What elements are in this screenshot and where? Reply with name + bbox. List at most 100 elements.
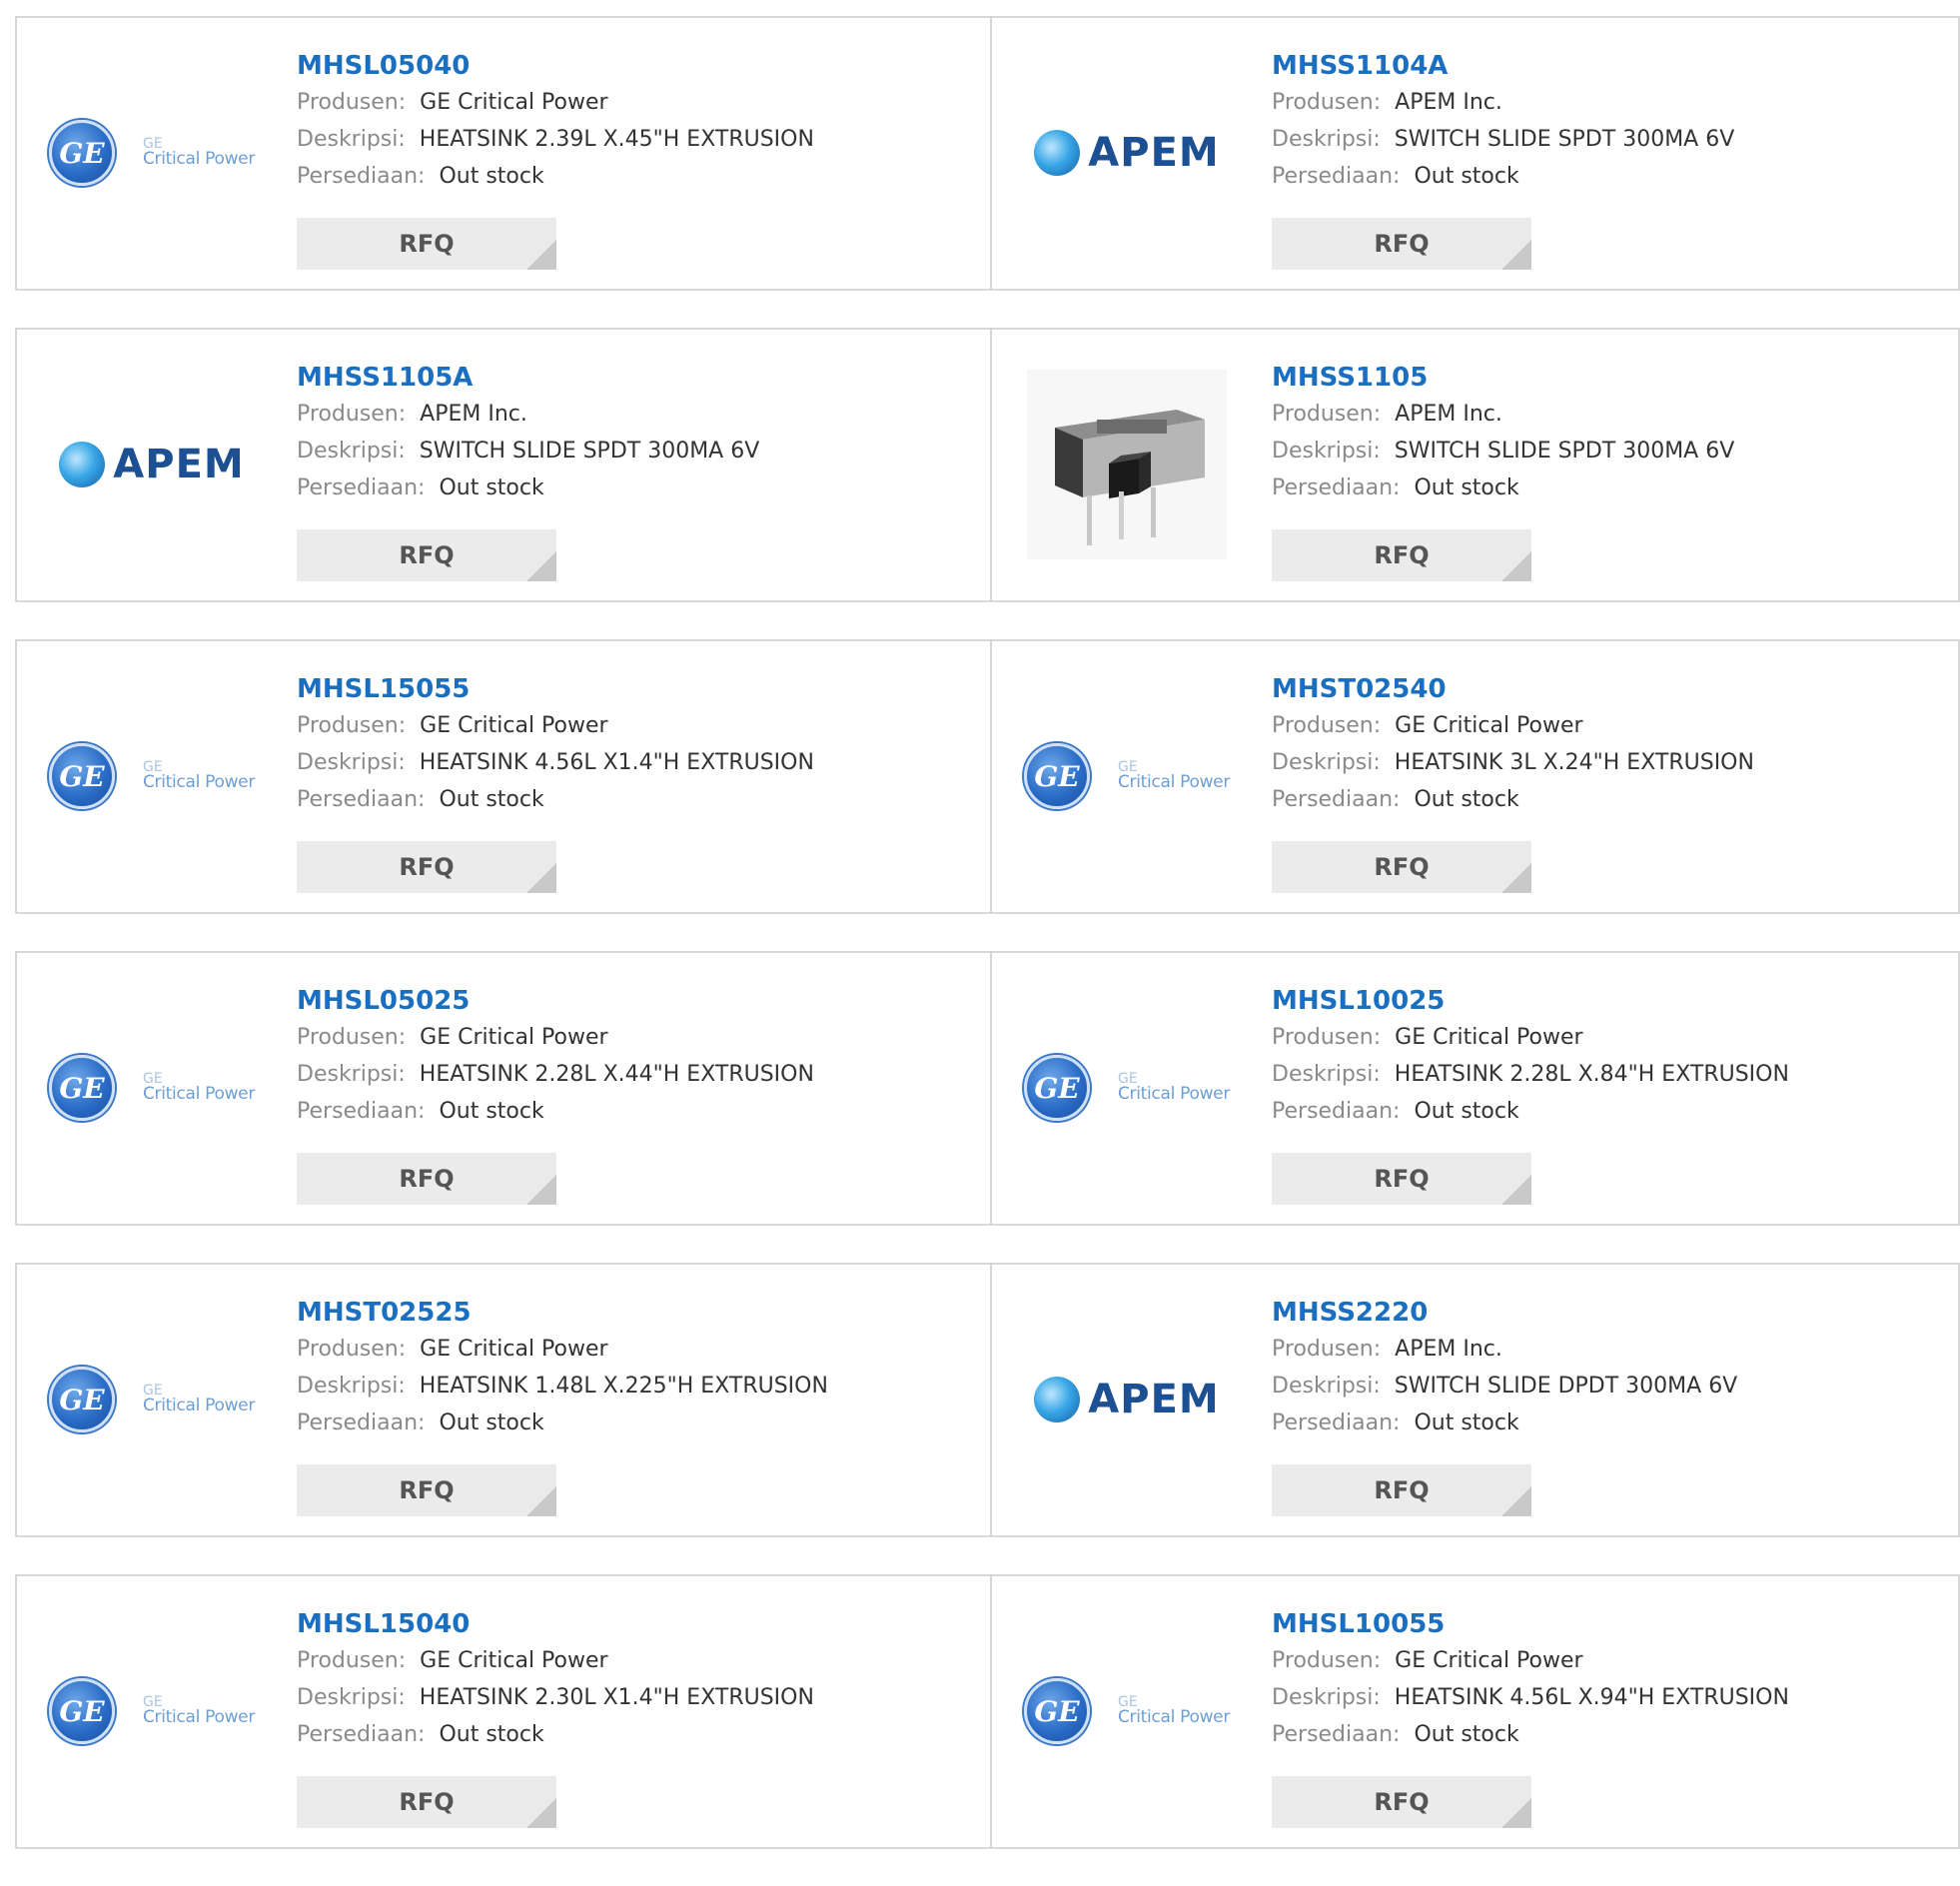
corner-fold-icon <box>526 1175 556 1205</box>
description-value: HEATSINK 2.28L X.44"H EXTRUSION <box>419 1062 814 1087</box>
description-field: Deskripsi: SWITCH SLIDE SPDT 300MA 6V <box>297 433 759 470</box>
description-field: Deskripsi: HEATSINK 4.56L X.94"H EXTRUSIO… <box>1272 1679 1789 1716</box>
logo-text-critical-power: Critical Power <box>142 772 256 793</box>
part-number-link[interactable]: MHSS2220 <box>1272 1295 1737 1331</box>
part-number-link[interactable]: MHSS1105A <box>297 360 759 396</box>
rfq-button[interactable]: RFQ <box>1272 1776 1531 1828</box>
stock-label: Persediaan: <box>1272 475 1401 500</box>
corner-fold-icon <box>1501 863 1531 893</box>
manufacturer-value: GE Critical Power <box>1395 1648 1583 1673</box>
rfq-button[interactable]: RFQ <box>297 218 556 270</box>
description-field: Deskripsi: HEATSINK 3L X.24"H EXTRUSION <box>1272 744 1754 781</box>
part-number-link[interactable]: MHSS1104A <box>1272 48 1734 84</box>
manufacturer-field: Produsen: GE Critical Power <box>297 1642 814 1679</box>
stock-label: Persediaan: <box>297 1411 426 1435</box>
stock-value: Out stock <box>439 787 544 812</box>
manufacturer-field: Produsen: APEM Inc. <box>1272 84 1734 121</box>
rfq-button[interactable]: RFQ <box>297 529 556 581</box>
rfq-button[interactable]: RFQ <box>1272 1464 1531 1516</box>
description-label: Deskripsi: <box>297 750 406 775</box>
manufacturer-logo: GE GE Critical Power <box>47 1616 257 1806</box>
part-number-link[interactable]: MHST02525 <box>297 1295 828 1331</box>
ge-monogram-icon: GE <box>48 120 115 186</box>
description-value: HEATSINK 4.56L X.94"H EXTRUSION <box>1394 1685 1789 1710</box>
rfq-button-label: RFQ <box>1374 1165 1430 1193</box>
product-card: GE GE Critical Power MHSL10055 Produsen:… <box>992 1574 1960 1849</box>
manufacturer-logo: GE GE Critical Power <box>47 993 257 1183</box>
part-number-link[interactable]: MHSL15055 <box>297 671 814 707</box>
description-value: HEATSINK 1.48L X.225"H EXTRUSION <box>419 1374 828 1399</box>
description-label: Deskripsi: <box>297 1685 406 1710</box>
manufacturer-label: Produsen: <box>1272 713 1382 738</box>
product-card: GE GE Critical Power MHSL15040 Produsen:… <box>15 1574 992 1849</box>
rfq-button[interactable]: RFQ <box>1272 841 1531 893</box>
rfq-button-label: RFQ <box>1374 230 1430 258</box>
manufacturer-field: Produsen: GE Critical Power <box>297 1019 814 1056</box>
part-number-link[interactable]: MHSL15040 <box>297 1606 814 1642</box>
stock-label: Persediaan: <box>1272 1099 1401 1124</box>
rfq-button[interactable]: RFQ <box>1272 1153 1531 1205</box>
part-number-link[interactable]: MHSL10025 <box>1272 983 1789 1019</box>
rfq-button[interactable]: RFQ <box>1272 218 1531 270</box>
stock-label: Persediaan: <box>1272 164 1401 189</box>
corner-fold-icon <box>1501 1798 1531 1828</box>
description-field: Deskripsi: HEATSINK 1.48L X.225"H EXTRUSI… <box>297 1368 828 1405</box>
manufacturer-label: Produsen: <box>1272 1025 1382 1050</box>
rfq-button[interactable]: RFQ <box>1272 529 1531 581</box>
logo-text-apem: APEM <box>1088 130 1220 176</box>
corner-fold-icon <box>526 551 556 581</box>
rfq-button[interactable]: RFQ <box>297 841 556 893</box>
rfq-button-label: RFQ <box>1374 1476 1430 1504</box>
logo-text-critical-power: Critical Power <box>1117 772 1231 793</box>
description-label: Deskripsi: <box>297 127 406 152</box>
description-label: Deskripsi: <box>1272 1374 1381 1399</box>
stock-label: Persediaan: <box>297 1722 426 1747</box>
product-card: GE GE Critical Power MHSL05040 Produsen:… <box>15 16 992 291</box>
ge-critical-power-logo: GE GE Critical Power <box>1023 743 1231 809</box>
description-field: Deskripsi: SWITCH SLIDE DPDT 300MA 6V <box>1272 1368 1737 1405</box>
rfq-button[interactable]: RFQ <box>297 1153 556 1205</box>
apem-sphere-icon <box>1034 1377 1081 1422</box>
rfq-button-label: RFQ <box>399 541 455 569</box>
manufacturer-value: GE Critical Power <box>420 90 608 115</box>
stock-field: Persediaan: Out stock <box>297 1093 814 1130</box>
stock-field: Persediaan: Out stock <box>1272 781 1754 818</box>
description-label: Deskripsi: <box>1272 127 1381 152</box>
description-label: Deskripsi: <box>1272 750 1381 775</box>
description-label: Deskripsi: <box>1272 1062 1381 1087</box>
manufacturer-label: Produsen: <box>297 1025 407 1050</box>
logo-text-apem: APEM <box>1088 1377 1220 1422</box>
manufacturer-value: APEM Inc. <box>1395 402 1502 427</box>
part-number-link[interactable]: MHSL05025 <box>297 983 814 1019</box>
part-number-link[interactable]: MHSS1105 <box>1272 360 1734 396</box>
part-number-link[interactable]: MHSL10055 <box>1272 1606 1789 1642</box>
ge-critical-power-logo: GE GE Critical Power <box>48 1678 255 1744</box>
manufacturer-label: Produsen: <box>297 90 407 115</box>
rfq-button[interactable]: RFQ <box>297 1464 556 1516</box>
stock-label: Persediaan: <box>1272 1722 1401 1747</box>
ge-monogram-icon: GE <box>48 743 115 809</box>
stock-field: Persediaan: Out stock <box>1272 1405 1737 1441</box>
description-value: HEATSINK 4.56L X1.4"H EXTRUSION <box>419 750 814 775</box>
manufacturer-field: Produsen: APEM Inc. <box>297 396 759 433</box>
description-value: HEATSINK 2.39L X.45"H EXTRUSION <box>419 127 814 152</box>
ge-critical-power-logo: GE GE Critical Power <box>48 1055 255 1121</box>
stock-value: Out stock <box>439 1411 544 1435</box>
description-label: Deskripsi: <box>297 439 406 464</box>
stock-label: Persediaan: <box>297 1099 426 1124</box>
part-number-link[interactable]: MHST02540 <box>1272 671 1754 707</box>
corner-fold-icon <box>1501 240 1531 270</box>
stock-field: Persediaan: Out stock <box>297 470 759 506</box>
product-grid: GE GE Critical Power MHSL05040 Produsen:… <box>15 16 1960 1886</box>
rfq-button[interactable]: RFQ <box>297 1776 556 1828</box>
manufacturer-value: GE Critical Power <box>1395 1025 1583 1050</box>
manufacturer-field: Produsen: APEM Inc. <box>1272 396 1734 433</box>
part-number-link[interactable]: MHSL05040 <box>297 48 814 84</box>
logo-text-apem: APEM <box>113 442 245 487</box>
manufacturer-value: GE Critical Power <box>420 1337 608 1362</box>
stock-label: Persediaan: <box>1272 1411 1401 1435</box>
product-card: GE GE Critical Power MHSL10025 Produsen:… <box>992 951 1960 1226</box>
apem-logo: APEM <box>59 442 244 487</box>
manufacturer-logo: GE GE Critical Power <box>47 681 257 871</box>
manufacturer-field: Produsen: GE Critical Power <box>297 707 814 744</box>
